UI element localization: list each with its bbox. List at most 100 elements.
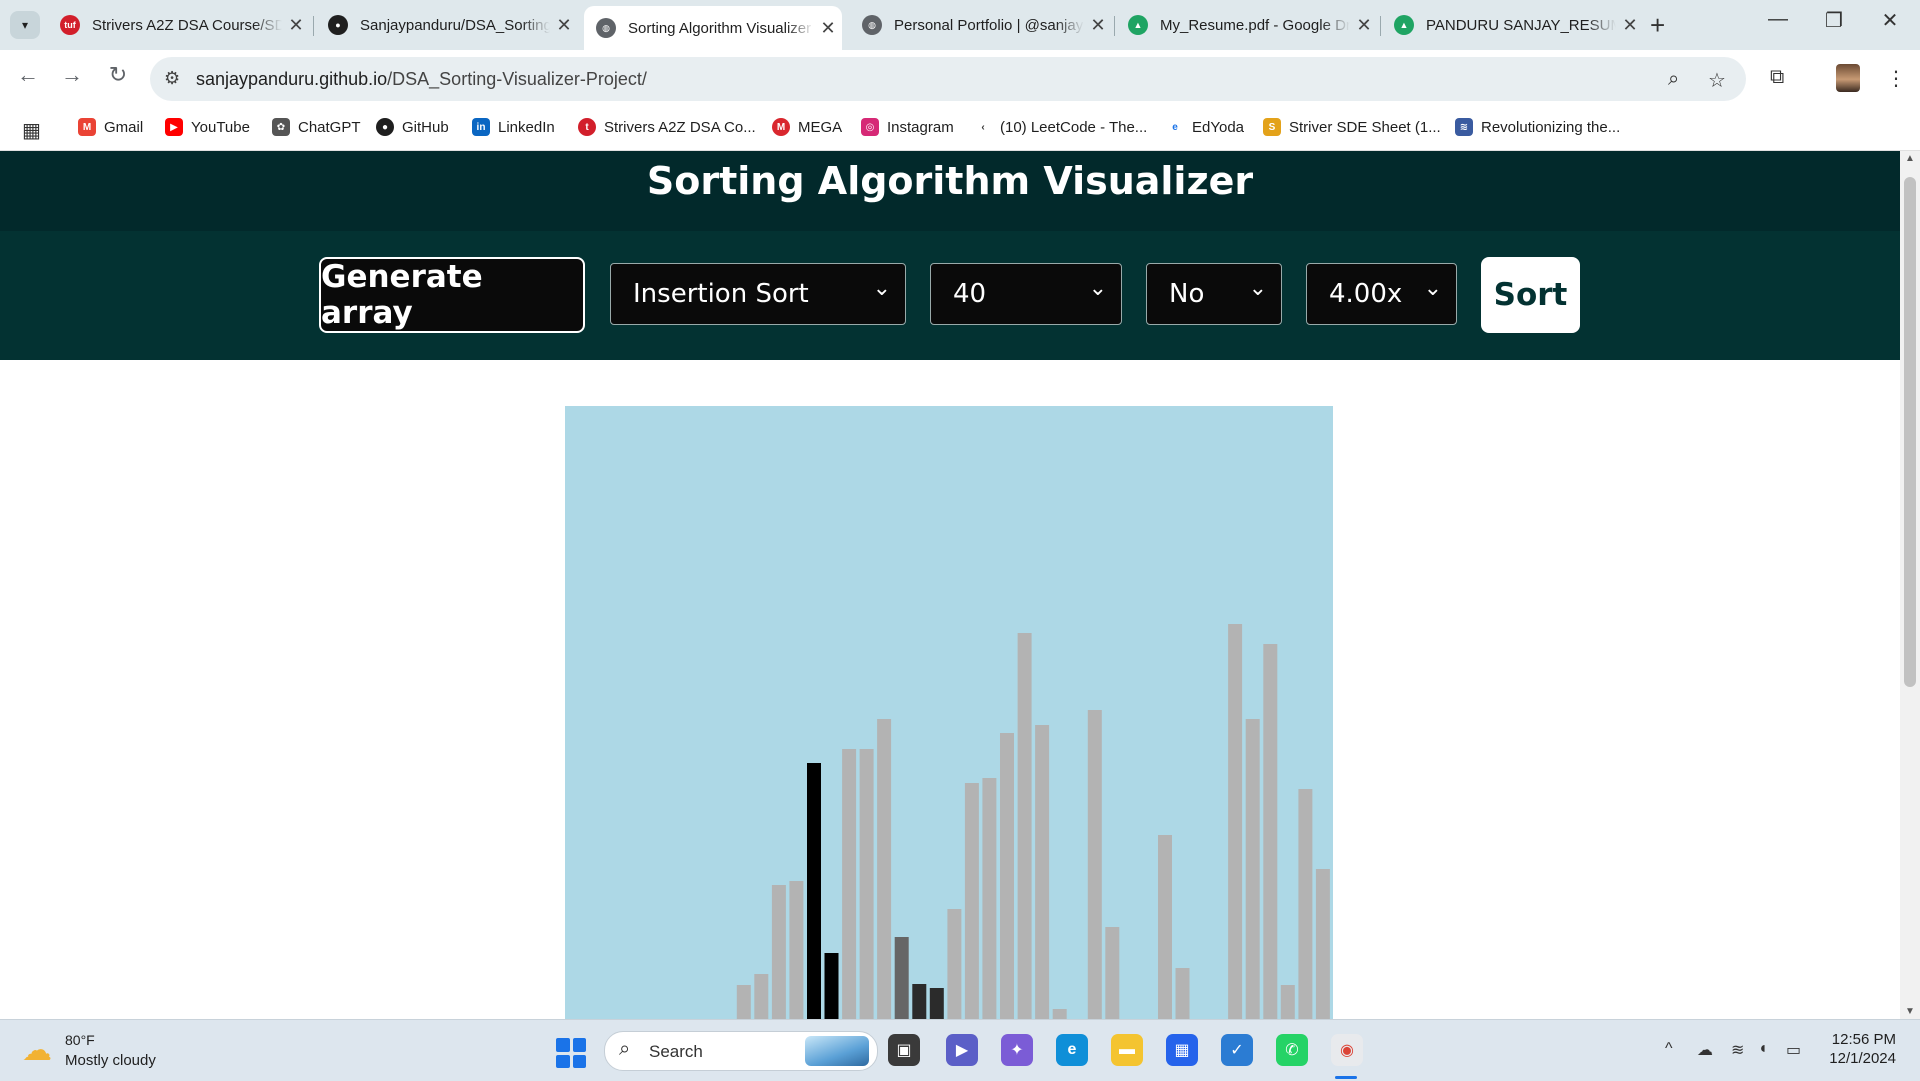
array-bar (894, 937, 909, 1019)
teams-icon[interactable]: ▶ (946, 1034, 978, 1066)
close-icon[interactable]: ✕ (550, 15, 578, 36)
chrome-icon[interactable]: ◉ (1331, 1034, 1363, 1066)
page-title: Sorting Algorithm Visualizer (646, 159, 1254, 203)
close-icon[interactable]: ✕ (1084, 15, 1112, 36)
bookmark-revolutionizing[interactable]: ≋ Revolutionizing the... (1455, 118, 1620, 136)
array-bar (1245, 719, 1260, 1019)
scroll-up-icon[interactable]: ▲ (1905, 153, 1915, 164)
tab-sorting-visualizer[interactable]: ◍ Sorting Algorithm Visualizer ✕ (584, 6, 842, 50)
tab-strivers[interactable]: tuf Strivers A2Z DSA Course/SDE Sheet ✕ (48, 6, 310, 44)
gmail-icon: M (78, 118, 96, 136)
array-bar (1035, 725, 1050, 1019)
zoom-icon[interactable]: ⌕ (1668, 68, 1679, 91)
bookmark-mega[interactable]: M MEGA (772, 118, 842, 136)
option-value: No (1169, 279, 1205, 309)
taskbar-search[interactable]: ⌕ Search (604, 1031, 878, 1071)
task-view-icon[interactable]: ▣ (888, 1034, 920, 1066)
menu-icon[interactable]: ⋮ (1886, 66, 1906, 91)
tab-portfolio[interactable]: ◍ Personal Portfolio | @sanjaypanduru ✕ (850, 6, 1112, 44)
bookmark-instagram[interactable]: ◎ Instagram (861, 118, 954, 136)
bookmark-leetcode[interactable]: ‹ (10) LeetCode - The... (974, 118, 1147, 136)
page-scrollbar[interactable]: ▲ ▼ (1900, 151, 1920, 1019)
volume-icon[interactable]: ◖ (1758, 1040, 1768, 1058)
array-size-select[interactable]: 40 ⌄ (930, 263, 1122, 325)
close-icon[interactable]: ✕ (282, 15, 310, 36)
minimize-icon[interactable]: — (1758, 8, 1798, 31)
algorithm-value: Insertion Sort (633, 279, 809, 309)
array-bar (947, 909, 962, 1019)
bookmark-chatgpt[interactable]: ✿ ChatGPT (272, 118, 361, 136)
array-bar (1263, 644, 1278, 1019)
array-bar (842, 749, 857, 1019)
bookmark-star-icon[interactable]: ☆ (1708, 68, 1726, 93)
forward-icon[interactable]: → (56, 62, 88, 88)
address-bar[interactable]: ⚙ sanjaypanduru.github.io/DSA_Sorting-Vi… (150, 57, 1746, 101)
tab-title: Sorting Algorithm Visualizer (628, 19, 812, 37)
back-icon[interactable]: ← (12, 62, 44, 88)
tab-search-icon[interactable]: ▾ (10, 11, 40, 39)
scrollbar-thumb[interactable] (1904, 177, 1916, 687)
close-icon[interactable]: ✕ (1350, 15, 1378, 36)
todo-icon[interactable]: ✓ (1221, 1034, 1253, 1066)
apps-icon[interactable]: ▦ (22, 118, 41, 143)
clock[interactable]: 12:56 PM 12/1/2024 (1826, 1031, 1896, 1067)
page-viewport: Sorting Algorithm Visualizer Generate ar… (0, 151, 1900, 1019)
array-bar (1158, 835, 1172, 1019)
tray-overflow-icon[interactable]: ^ (1665, 1040, 1673, 1058)
chevron-down-icon: ⌄ (872, 276, 891, 301)
copilot-icon[interactable]: ✦ (1001, 1034, 1033, 1066)
speed-select[interactable]: 4.00x ⌄ (1306, 263, 1457, 325)
bookmark-sde-sheet[interactable]: S Striver SDE Sheet (1... (1263, 118, 1441, 136)
tab-title: Personal Portfolio | @sanjaypanduru (894, 16, 1084, 34)
wifi-icon[interactable]: ≋ (1731, 1040, 1744, 1060)
new-tab-icon[interactable]: + (1650, 10, 1665, 41)
array-bar (929, 988, 944, 1019)
bookmark-gmail[interactable]: M Gmail (78, 118, 143, 136)
mega-icon: M (772, 118, 790, 136)
windows-start-icon[interactable] (556, 1038, 586, 1068)
bookmark-linkedin[interactable]: in LinkedIn (472, 118, 555, 136)
algorithm-select[interactable]: Insertion Sort ⌄ (610, 263, 906, 325)
bookmark-strivers[interactable]: t Strivers A2Z DSA Co... (578, 118, 756, 136)
tab-title: Sanjaypanduru/DSA_Sorting-Visualizer-Pro… (360, 16, 550, 34)
bookmark-youtube[interactable]: ▶ YouTube (165, 118, 250, 136)
close-icon[interactable]: ✕ (814, 18, 842, 39)
sort-button[interactable]: Sort (1481, 257, 1580, 333)
onedrive-icon[interactable]: ☁ (1697, 1040, 1713, 1060)
array-bar (1105, 927, 1120, 1019)
tab-resume-drive[interactable]: ▲ My_Resume.pdf - Google Drive ✕ (1116, 6, 1378, 44)
array-bar (1280, 985, 1295, 1019)
chatgpt-icon: ✿ (272, 118, 290, 136)
bookmark-github[interactable]: ● GitHub (376, 118, 449, 136)
option-select[interactable]: No ⌄ (1146, 263, 1282, 325)
generate-array-button[interactable]: Generate array (319, 257, 585, 333)
search-highlight-art (805, 1036, 869, 1066)
file-explorer-icon[interactable]: ▬ (1111, 1034, 1143, 1066)
array-bar (1175, 968, 1190, 1019)
weather-icon[interactable]: ☁ (22, 1033, 52, 1068)
avatar[interactable] (1836, 64, 1860, 92)
extensions-icon[interactable]: ⧉ (1770, 66, 1784, 89)
whatsapp-icon[interactable]: ✆ (1276, 1034, 1308, 1066)
bookmark-edyoda[interactable]: e EdYoda (1166, 118, 1244, 136)
array-bar (1228, 624, 1243, 1019)
weather-desc[interactable]: Mostly cloudy (65, 1052, 156, 1069)
close-window-icon[interactable]: ✕ (1870, 8, 1910, 33)
edge-icon[interactable]: e (1056, 1034, 1088, 1066)
reload-icon[interactable]: ↻ (102, 62, 134, 88)
weather-temp[interactable]: 80°F (65, 1032, 95, 1048)
array-bar (982, 778, 997, 1019)
size-value: 40 (953, 279, 987, 309)
array-bars-chart (565, 406, 1333, 1019)
store-icon[interactable]: ▦ (1166, 1034, 1198, 1066)
github-icon: ● (328, 15, 348, 35)
tab-resume-2[interactable]: ▲ PANDURU SANJAY_RESUME ✕ (1382, 6, 1644, 44)
close-icon[interactable]: ✕ (1616, 15, 1644, 36)
battery-icon[interactable]: ▭ (1786, 1040, 1801, 1060)
drive-icon: ▲ (1128, 15, 1148, 35)
tab-github-repo[interactable]: ● Sanjaypanduru/DSA_Sorting-Visualizer-P… (316, 6, 578, 44)
restore-icon[interactable]: ❐ (1814, 8, 1854, 33)
site-info-icon[interactable]: ⚙ (164, 68, 180, 89)
scroll-down-icon[interactable]: ▼ (1905, 1006, 1915, 1017)
array-bar (807, 763, 821, 1019)
